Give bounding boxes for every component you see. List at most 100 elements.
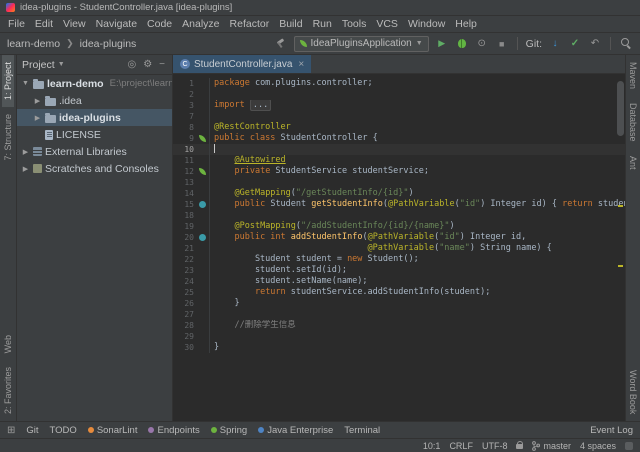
line-number[interactable]: 19 xyxy=(173,221,197,232)
tree-item-idea-plugins[interactable]: ▶idea-plugins xyxy=(17,109,172,126)
code-line-26[interactable]: 26 } xyxy=(173,298,625,309)
debug-button[interactable] xyxy=(455,37,469,51)
toolwindow-button-todo[interactable]: TODO xyxy=(50,425,77,436)
menu-navigate[interactable]: Navigate xyxy=(91,18,142,30)
code-line-11[interactable]: 11 @Autowired xyxy=(173,155,625,166)
tree-chevron-icon[interactable]: ▶ xyxy=(33,97,42,105)
event-log-button[interactable]: Event Log xyxy=(590,425,633,436)
line-number[interactable]: 30 xyxy=(173,342,197,353)
line-number[interactable]: 13 xyxy=(173,177,197,188)
code-line-15[interactable]: 15 public Student getStudentInfo(@PathVa… xyxy=(173,199,625,210)
editor-tab-studentcontroller[interactable]: C StudentController.java × xyxy=(173,55,311,73)
code-line-13[interactable]: 13 xyxy=(173,177,625,188)
code-line-9[interactable]: 9public class StudentController { xyxy=(173,133,625,144)
tree-chevron-icon[interactable]: ▼ xyxy=(21,80,30,87)
toolwindow-button-sonarlint[interactable]: SonarLint xyxy=(88,425,138,436)
tree-item-license[interactable]: LICENSE xyxy=(17,126,172,143)
status-widget-icon[interactable] xyxy=(625,442,633,450)
editor-scrollbar-thumb[interactable] xyxy=(617,81,624,136)
toolwindow-button-maven[interactable]: Maven xyxy=(627,55,639,96)
line-number[interactable]: 9 xyxy=(173,133,197,144)
git-branch-widget[interactable]: master xyxy=(532,441,571,451)
code-area[interactable]: 1package com.plugins.controller;23import… xyxy=(173,74,625,421)
run-button[interactable]: ▶ xyxy=(435,37,449,51)
line-number[interactable]: 22 xyxy=(173,254,197,265)
code-line-18[interactable]: 18 xyxy=(173,210,625,221)
code-line-29[interactable]: 29 xyxy=(173,331,625,342)
code-line-1[interactable]: 1package com.plugins.controller; xyxy=(173,78,625,89)
toolwindow-button-terminal[interactable]: Terminal xyxy=(344,425,380,436)
line-number[interactable]: 15 xyxy=(173,199,197,210)
toolwindow-button-database[interactable]: Database xyxy=(627,96,639,149)
code-line-25[interactable]: 25 return studentService.addStudentInfo(… xyxy=(173,287,625,298)
line-number[interactable]: 29 xyxy=(173,331,197,342)
menu-edit[interactable]: Edit xyxy=(30,18,58,30)
run-config-select[interactable]: IdeaPluginsApplication ▼ xyxy=(294,36,429,52)
close-tab-icon[interactable]: × xyxy=(296,59,304,70)
readonly-lock-icon[interactable] xyxy=(516,444,523,449)
file-encoding[interactable]: UTF-8 xyxy=(482,441,508,451)
line-number[interactable]: 21 xyxy=(173,243,197,254)
code-line-14[interactable]: 14 @GetMapping("/getStudentInfo/{id}") xyxy=(173,188,625,199)
line-number[interactable]: 27 xyxy=(173,309,197,320)
toolwindow-button-java-enterprise[interactable]: Java Enterprise xyxy=(258,425,333,436)
build-hammer-icon[interactable] xyxy=(274,37,288,51)
line-number[interactable]: 1 xyxy=(173,78,197,89)
code-line-20[interactable]: 20 public int addStudentInfo(@PathVariab… xyxy=(173,232,625,243)
tree-item-learn-demo[interactable]: ▼learn-demoE:\project\learn-demo xyxy=(17,75,172,92)
tree-item-scratches-and-consoles[interactable]: ▶Scratches and Consoles xyxy=(17,160,172,177)
search-everywhere-icon[interactable] xyxy=(619,37,633,51)
code-line-22[interactable]: 22 Student student = new Student(); xyxy=(173,254,625,265)
code-line-19[interactable]: 19 @PostMapping("/addStudentInfo/{id}/{n… xyxy=(173,221,625,232)
line-number[interactable]: 10 xyxy=(173,144,197,155)
toolwindow-button-git[interactable]: Git xyxy=(26,425,38,436)
inspection-mark[interactable] xyxy=(618,265,623,267)
breadcrumb-project[interactable]: learn-demo xyxy=(7,38,60,50)
hide-panel-icon[interactable]: − xyxy=(157,59,167,70)
indent-setting[interactable]: 4 spaces xyxy=(580,441,616,451)
tree-item-external-libraries[interactable]: ▶External Libraries xyxy=(17,143,172,160)
line-separator[interactable]: CRLF xyxy=(449,441,473,451)
inspection-mark[interactable] xyxy=(618,205,623,207)
git-revert-button[interactable]: ↶ xyxy=(588,37,602,51)
line-number[interactable]: 25 xyxy=(173,287,197,298)
code-line-8[interactable]: 8@RestController xyxy=(173,122,625,133)
line-number[interactable]: 7 xyxy=(173,111,197,122)
code-line-28[interactable]: 28 //删除学生信息 xyxy=(173,320,625,331)
toolwindow-button-spring[interactable]: Spring xyxy=(211,425,247,436)
locate-file-icon[interactable]: ◎ xyxy=(125,59,138,70)
git-update-button[interactable]: ↓ xyxy=(548,37,562,51)
tree-chevron-icon[interactable]: ▶ xyxy=(33,114,42,122)
menu-help[interactable]: Help xyxy=(450,18,482,30)
toolwindow-button-1-project[interactable]: 1: Project xyxy=(2,55,14,107)
line-number[interactable]: 26 xyxy=(173,298,197,309)
settings-gear-icon[interactable]: ⚙ xyxy=(141,59,154,70)
menu-refactor[interactable]: Refactor xyxy=(225,18,275,30)
code-line-2[interactable]: 2 xyxy=(173,89,625,100)
toolwindow-button-endpoints[interactable]: Endpoints xyxy=(148,425,199,436)
leaf-gutter-icon[interactable] xyxy=(199,168,206,175)
menu-tools[interactable]: Tools xyxy=(337,18,372,30)
code-line-21[interactable]: 21 @PathVariable("name") String name) { xyxy=(173,243,625,254)
code-line-12[interactable]: 12 private StudentService studentService… xyxy=(173,166,625,177)
line-number[interactable]: 12 xyxy=(173,166,197,177)
tree-chevron-icon[interactable]: ▶ xyxy=(21,165,30,173)
stop-button[interactable]: ■ xyxy=(495,37,509,51)
line-number[interactable]: 23 xyxy=(173,265,197,276)
code-line-3[interactable]: 3import ... xyxy=(173,100,625,111)
menu-code[interactable]: Code xyxy=(142,18,177,30)
menu-vcs[interactable]: VCS xyxy=(371,18,403,30)
line-number[interactable]: 2 xyxy=(173,89,197,100)
menu-build[interactable]: Build xyxy=(274,18,307,30)
code-line-7[interactable]: 7 xyxy=(173,111,625,122)
toolwindow-button-word-book[interactable]: Word Book xyxy=(627,363,639,421)
line-number[interactable]: 28 xyxy=(173,320,197,331)
mapping-gutter-icon[interactable] xyxy=(199,234,206,241)
breadcrumb-module[interactable]: idea-plugins xyxy=(80,38,137,50)
code-line-27[interactable]: 27 xyxy=(173,309,625,320)
code-line-24[interactable]: 24 student.setName(name); xyxy=(173,276,625,287)
bean-gutter-icon[interactable] xyxy=(199,135,206,142)
line-number[interactable]: 24 xyxy=(173,276,197,287)
line-number[interactable]: 14 xyxy=(173,188,197,199)
line-number[interactable]: 8 xyxy=(173,122,197,133)
